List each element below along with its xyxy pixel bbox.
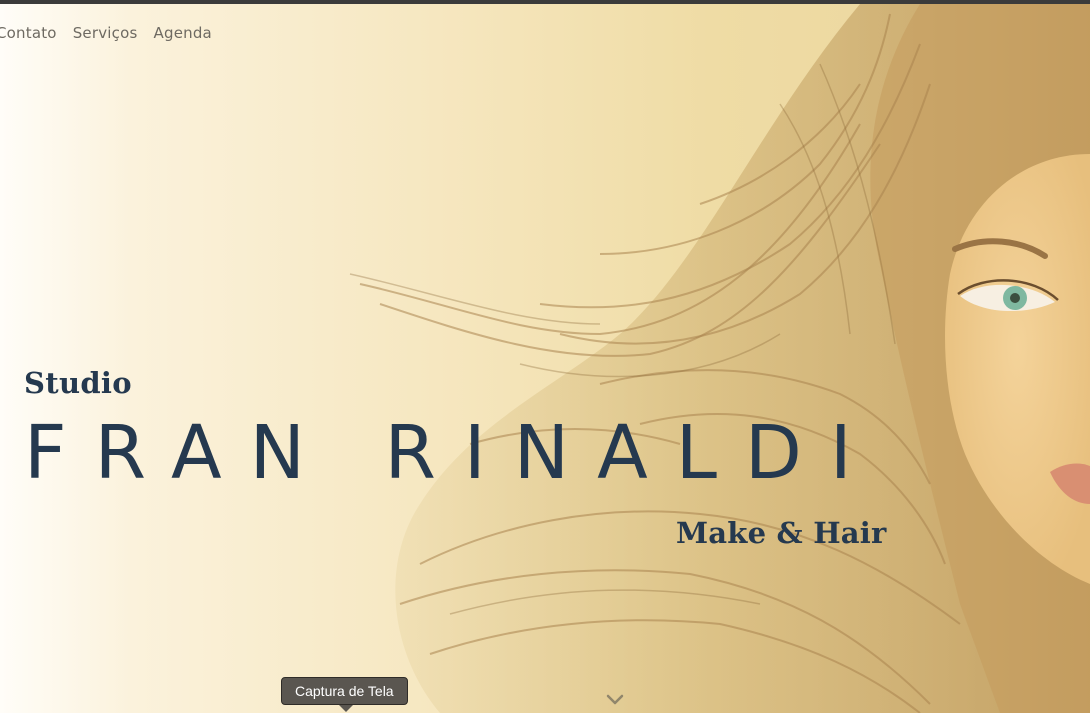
chevron-down-icon[interactable] <box>605 692 625 708</box>
screenshot-tooltip: Captura de Tela <box>281 677 408 705</box>
hero-background-image <box>349 4 1090 713</box>
hero-title: FRAN RINALDI <box>24 410 880 496</box>
nav-link-contato[interactable]: Contato <box>0 24 57 42</box>
nav-link-servicos[interactable]: Serviços <box>73 24 138 42</box>
tooltip-arrow <box>339 705 353 712</box>
nav-link-agenda[interactable]: Agenda <box>154 24 212 42</box>
hero-subtitle: Make & Hair <box>676 516 887 550</box>
top-navigation: Contato Serviços Agenda <box>0 24 212 42</box>
hero-section: Contato Serviços Agenda Studio FRAN RINA… <box>0 4 1090 713</box>
hero-pre-title: Studio <box>24 366 132 400</box>
